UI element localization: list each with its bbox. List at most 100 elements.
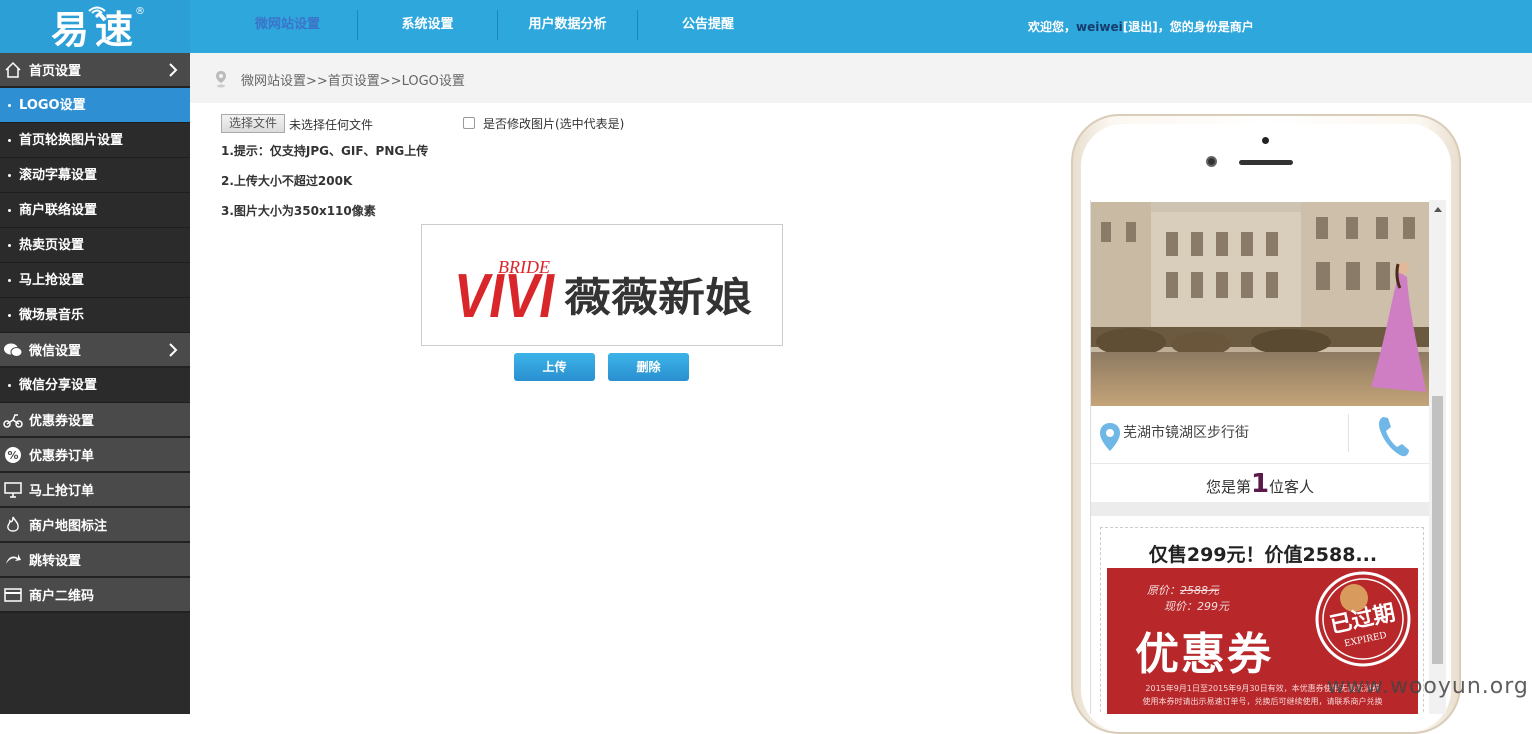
upload-button[interactable]: 上传 — [514, 353, 595, 381]
logo-preview: VIVI BRIDE 薇薇新娘 — [421, 224, 783, 346]
sidebar-item-label: 商户联络设置 — [19, 203, 98, 218]
sidebar-group-wechat[interactable]: 微信设置 — [0, 333, 190, 368]
sidebar-group-label: 商户地图标注 — [29, 519, 108, 534]
breadcrumb: 微网站设置>>首页设置>>LOGO设置 — [241, 74, 465, 89]
modify-image-checkbox[interactable] — [463, 117, 475, 129]
nav-system-settings[interactable]: 系统设置 — [358, 10, 498, 40]
logout-link[interactable]: [退出] — [1123, 20, 1158, 34]
breadcrumb-bar: 微网站设置>>首页设置>>LOGO设置 — [190, 53, 1532, 103]
coupon-original-price: 原价：2588元 — [1147, 582, 1219, 598]
visitor-number: 1 — [1250, 469, 1270, 499]
sidebar-item-scene-music[interactable]: 微场景音乐 — [0, 298, 190, 333]
sidebar-item-flash-sale[interactable]: 马上抢设置 — [0, 263, 190, 298]
map-pin-icon — [1100, 423, 1120, 451]
logo-brand-small: BRIDE — [498, 257, 550, 277]
sidebar-group-map-marker[interactable]: 商户地图标注 — [0, 508, 190, 543]
sidebar-group-label: 马上抢订单 — [29, 484, 95, 499]
offer-title: 仅售299元！价值2588... — [1148, 544, 1378, 566]
expired-stamp: 已过期 EXPIRED — [1315, 571, 1411, 667]
welcome-message: 欢迎您，weiwei[退出]，您的身份是商户 — [1028, 18, 1254, 35]
sidebar-group-label: 首页设置 — [29, 64, 82, 79]
sidebar-item-marquee[interactable]: 滚动字幕设置 — [0, 158, 190, 193]
registered-mark: ® — [135, 6, 145, 17]
address-row: 芜湖市镜湖区步行街 — [1091, 406, 1429, 464]
sidebar-group-coupon-orders[interactable]: % 优惠券订单 — [0, 438, 190, 473]
visitor-suffix: 位客人 — [1269, 478, 1315, 496]
orig-label: 原价： — [1147, 584, 1180, 597]
sidebar-group-label: 优惠券设置 — [29, 414, 95, 429]
address-text: 芜湖市镜湖区步行街 — [1123, 425, 1249, 441]
sidebar-item-label: 马上抢设置 — [19, 273, 85, 288]
scroll-up-arrow-icon[interactable] — [1434, 207, 1442, 212]
upload-tip-size: 2.上传大小不超过200K — [221, 174, 353, 188]
sidebar-item-label: 微信分享设置 — [19, 378, 98, 393]
username: weiwei — [1076, 20, 1123, 34]
app-logo[interactable]: 易速 ® — [0, 0, 190, 53]
stamp-text: 已过期 — [1328, 601, 1398, 639]
sidebar-item-hot-sale[interactable]: 热卖页设置 — [0, 228, 190, 263]
vivi-bride-logo: VIVI BRIDE 薇薇新娘 — [454, 257, 752, 331]
file-status: 未选择任何文件 — [289, 118, 374, 132]
sidebar: 首页设置 LOGO设置 首页轮换图片设置 滚动字幕设置 商户联络设置 热卖页设置… — [0, 53, 190, 714]
flame-icon — [2, 514, 24, 536]
sidebar-group-qrcode[interactable]: 商户二维码 — [0, 578, 190, 613]
percent-badge-icon: % — [2, 444, 24, 466]
phone-camera — [1262, 137, 1269, 144]
scrollbar-thumb[interactable] — [1432, 396, 1443, 664]
sidebar-item-label: 首页轮换图片设置 — [19, 133, 124, 148]
sidebar-item-wechat-share[interactable]: 微信分享设置 — [0, 368, 190, 403]
welcome-suffix: ，您的身份是商户 — [1157, 20, 1254, 34]
upload-tip-format: 1.提示：仅支持JPG、GIF、PNG上传 — [221, 144, 429, 158]
main-nav: 微网站设置 系统设置 用户数据分析 公告提醒 — [218, 10, 778, 40]
sidebar-group-label: 商户二维码 — [29, 589, 95, 604]
phone-sensor — [1206, 156, 1217, 167]
sidebar-group-coupon-settings[interactable]: 优惠券设置 — [0, 403, 190, 438]
coupon-current-price: 现价：299元 — [1164, 598, 1229, 614]
sidebar-item-label: 热卖页设置 — [19, 238, 85, 253]
delete-button[interactable]: 删除 — [608, 353, 689, 381]
modify-image-label: 是否修改图片(选中代表是) — [483, 117, 625, 131]
upload-tip-dimensions: 3.图片大小为350x110像素 — [221, 204, 376, 218]
chevron-right-icon — [169, 63, 178, 77]
sidebar-item-label: 微场景音乐 — [19, 308, 85, 323]
logo-brand-cn: 薇薇新娘 — [564, 275, 752, 321]
now-price: 299元 — [1197, 600, 1229, 613]
now-label: 现价： — [1164, 600, 1197, 613]
sidebar-group-label: 优惠券订单 — [29, 449, 95, 464]
phone-speaker — [1239, 160, 1293, 165]
monitor-icon — [2, 479, 24, 501]
sidebar-item-carousel[interactable]: 首页轮换图片设置 — [0, 123, 190, 158]
choose-file-button[interactable]: 选择文件 — [221, 114, 285, 133]
wechat-icon — [2, 339, 24, 361]
location-pin-icon — [216, 71, 226, 88]
sidebar-group-redirect[interactable]: 跳转设置 — [0, 543, 190, 578]
sidebar-group-flash-orders[interactable]: 马上抢订单 — [0, 473, 190, 508]
phone-call-icon[interactable] — [1375, 414, 1411, 458]
coupon-title: 优惠券 — [1135, 629, 1273, 680]
nav-user-analytics[interactable]: 用户数据分析 — [498, 10, 638, 40]
sidebar-item-logo[interactable]: LOGO设置 — [0, 88, 190, 123]
sidebar-group-label: 微信设置 — [29, 344, 82, 359]
visitor-counter: 您是第1位客人 — [1091, 464, 1429, 502]
watermark: www.wooyun.org — [1327, 674, 1529, 699]
sidebar-group-label: 跳转设置 — [29, 554, 82, 569]
card-icon — [2, 584, 24, 606]
svg-text:%: % — [7, 449, 18, 462]
top-bar: 易速 ® 微网站设置 系统设置 用户数据分析 公告提醒 欢迎您，weiwei[退… — [0, 0, 1532, 53]
sidebar-item-contact[interactable]: 商户联络设置 — [0, 193, 190, 228]
hero-photo — [1091, 202, 1429, 406]
visitor-prefix: 您是第 — [1205, 478, 1251, 496]
chevron-right-icon — [169, 343, 178, 357]
sidebar-item-label: LOGO设置 — [19, 98, 86, 113]
sidebar-item-label: 滚动字幕设置 — [19, 168, 98, 183]
nav-announcements[interactable]: 公告提醒 — [638, 10, 778, 40]
home-icon — [2, 59, 24, 81]
redirect-arrow-icon — [2, 549, 24, 571]
orig-price: 2588元 — [1180, 584, 1219, 597]
scooter-icon — [2, 409, 24, 431]
phone-screen[interactable]: 芜湖市镜湖区步行街 您是第1位客人 仅售299元！价值2588... 原价：25… — [1090, 200, 1446, 714]
wifi-icon — [88, 6, 106, 18]
sidebar-group-home[interactable]: 首页设置 — [0, 53, 190, 88]
welcome-prefix: 欢迎您， — [1028, 20, 1077, 34]
nav-site-settings[interactable]: 微网站设置 — [218, 10, 358, 40]
